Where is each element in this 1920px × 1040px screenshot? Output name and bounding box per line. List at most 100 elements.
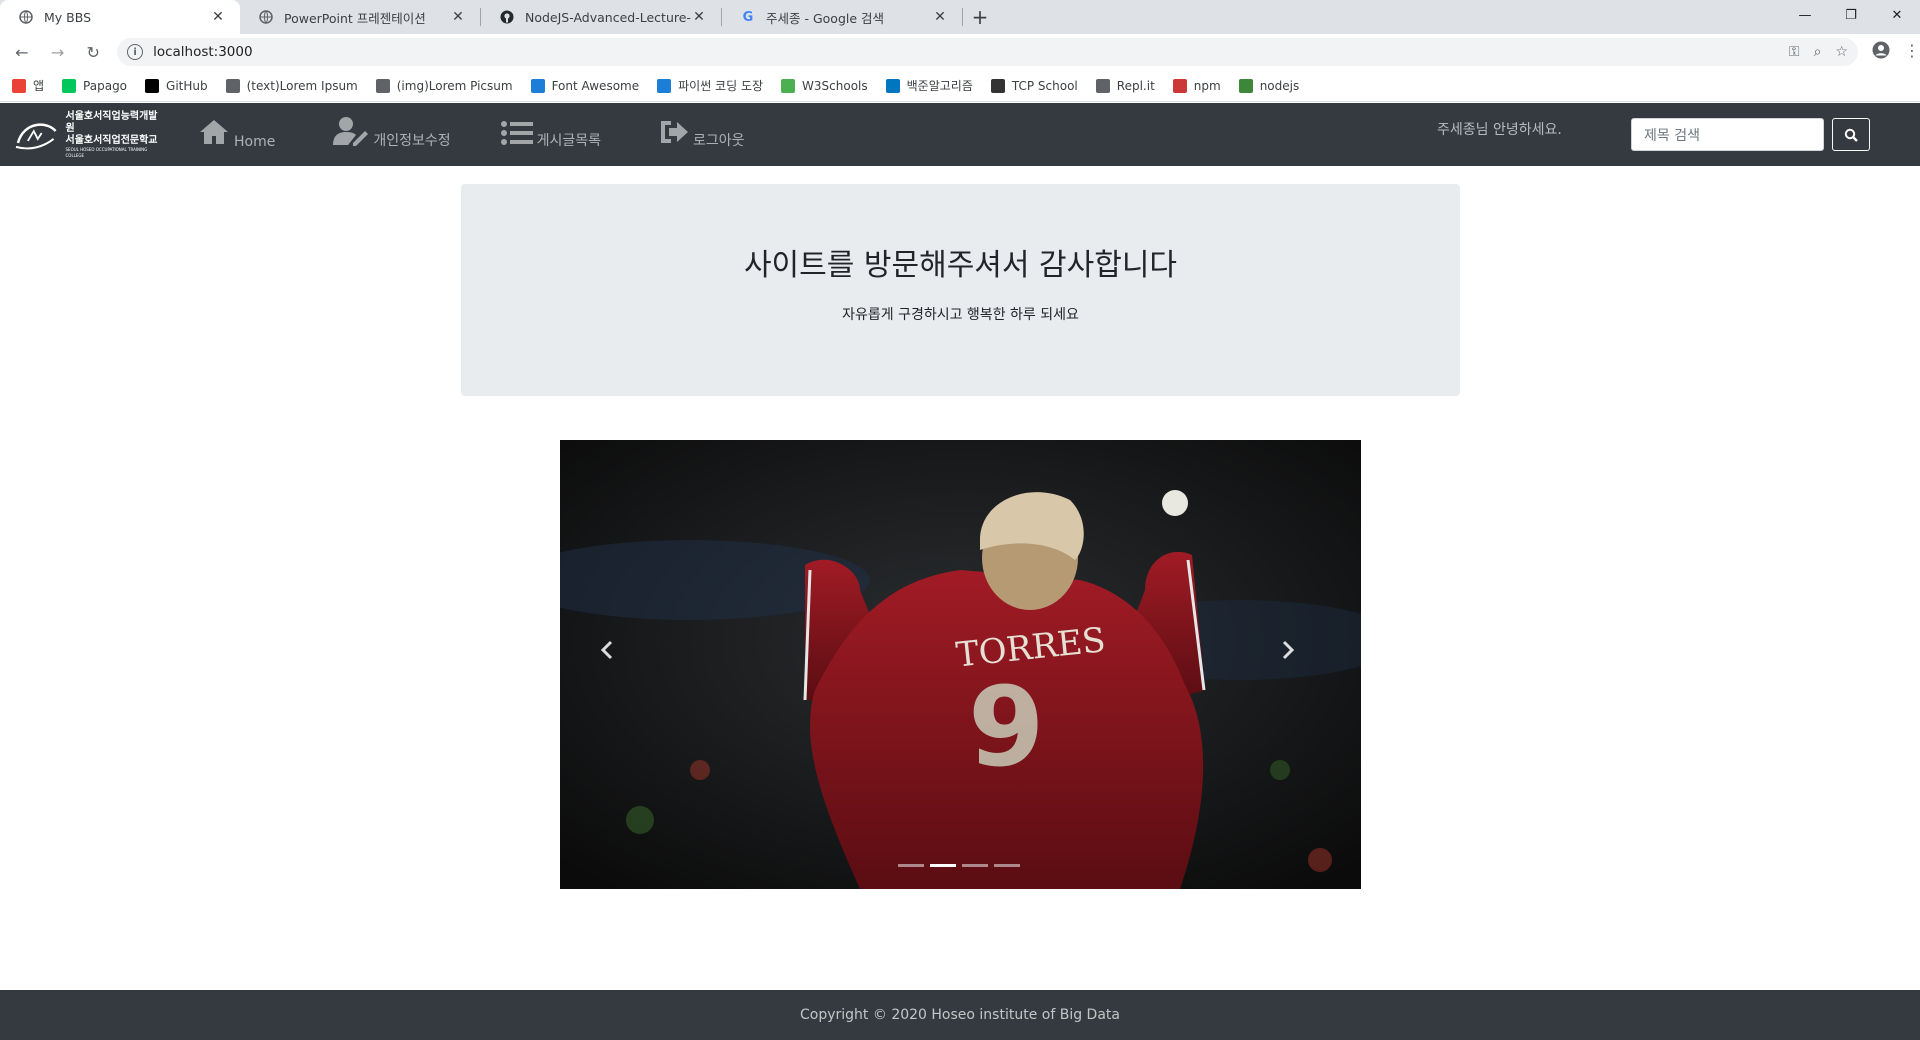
forward-arrow-icon[interactable]: → <box>44 38 72 66</box>
tab-title: My BBS <box>44 9 92 25</box>
tab-title: 주세종 - Google 검색 <box>766 10 885 26</box>
restore-icon[interactable]: ❐ <box>1828 0 1874 30</box>
close-icon[interactable]: ✕ <box>691 9 707 25</box>
bookmark-10[interactable]: Repl.it <box>1095 78 1155 93</box>
github-icon <box>145 78 160 93</box>
copyright-text: Copyright © 2020 Hoseo institute of Big … <box>800 1007 1120 1023</box>
bookmark-label: TCP School <box>1011 78 1078 93</box>
bookmark-label: npm <box>1193 78 1221 93</box>
nav-label: Home <box>234 133 276 150</box>
apps-grid-icon <box>12 78 26 93</box>
home-icon <box>198 118 230 152</box>
nav-home[interactable]: Home <box>198 118 275 152</box>
site-footer: Copyright © 2020 Hoseo institute of Big … <box>0 990 1920 1040</box>
welcome-title: 사이트를 방문해주셔서 감사합니다 <box>743 248 1178 283</box>
window-close-icon[interactable]: ✕ <box>1874 0 1920 30</box>
logo-line-3: SEOUL HOSEO OCCUPATIONAL TRAINING COLLEG… <box>65 146 148 158</box>
dojang-icon <box>657 78 672 93</box>
site-info-icon[interactable]: i <box>127 44 144 60</box>
chevron-right-icon <box>1282 640 1295 660</box>
carousel-prev-button[interactable] <box>600 640 640 688</box>
bookmark-label: GitHub <box>166 78 208 93</box>
bookmark-5[interactable]: Font Awesome <box>530 78 640 93</box>
globe-icon <box>258 9 274 25</box>
close-icon[interactable]: ✕ <box>450 9 466 25</box>
image-carousel[interactable]: TORRES 9 <box>560 440 1361 889</box>
bookmark-label: 파이썬 코딩 도장 <box>678 79 764 93</box>
close-icon[interactable]: ✕ <box>932 9 948 25</box>
globe-icon <box>18 9 34 25</box>
list-icon <box>500 120 533 152</box>
nav-profile-edit[interactable]: 개인정보수정 <box>333 116 451 152</box>
jersey-number-text: 9 <box>968 663 1045 791</box>
carousel-indicator-3[interactable] <box>994 864 1020 867</box>
google-icon: G <box>742 9 754 25</box>
code-icon <box>885 78 900 93</box>
nav-logout[interactable]: 로그아웃 <box>659 118 745 152</box>
carousel-indicators <box>898 864 1020 867</box>
nav-label: 개인정보수정 <box>373 132 451 149</box>
search-icon <box>1844 128 1858 142</box>
bookmark-9[interactable]: TCP School <box>990 78 1078 93</box>
star-icon[interactable]: ☆ <box>1835 44 1848 60</box>
bookmark-6[interactable]: 파이썬 코딩 도장 <box>657 77 763 94</box>
bookmark-1[interactable]: Papago <box>62 78 128 93</box>
carousel-next-button[interactable] <box>1281 640 1321 688</box>
carousel-slide-image: TORRES 9 <box>560 440 1361 889</box>
flag-icon <box>530 78 545 93</box>
carousel-indicator-2[interactable] <box>962 864 988 867</box>
bookmarks-bar: 앱 Papago GitHub (text)Lorem Ipsum (img)Lorem… <box>0 70 1920 102</box>
nav-post-list[interactable]: 게시글목록 <box>500 118 602 152</box>
logo-emblem-icon <box>15 122 57 149</box>
profile-avatar-icon[interactable] <box>1872 41 1890 63</box>
globe-icon <box>225 78 240 93</box>
welcome-subtitle: 자유롭게 구경하시고 행복한 하루 되세요 <box>842 307 1079 323</box>
tcp-icon <box>990 78 1005 93</box>
carousel-indicator-1[interactable] <box>930 864 956 867</box>
bookmark-11[interactable]: npm <box>1172 78 1221 93</box>
bookmark-8[interactable]: 백준알고리즘 <box>885 77 973 94</box>
chevron-left-icon <box>600 640 613 660</box>
address-url[interactable]: localhost:3000 <box>153 44 1789 60</box>
github-icon <box>499 9 515 25</box>
browser-tab-strip: My BBS ✕ PowerPoint 프레젠테이션 ✕ NodeJS-Adva… <box>0 0 1920 34</box>
kebab-menu-icon[interactable]: ⋮ <box>1904 41 1920 63</box>
bookmark-0[interactable]: 앱 <box>12 77 44 94</box>
bookmark-label: (text)Lorem Ipsum <box>246 78 358 93</box>
new-tab-button[interactable]: + <box>963 0 997 34</box>
browser-tab-2[interactable]: NodeJS-Advanced-Lecture-2020 ✕ <box>481 0 721 34</box>
site-navbar: 서울호서직업능력개발원 서울호서직업전문학교 SEOUL HOSEO OCCUP… <box>0 103 1920 166</box>
close-icon[interactable]: ✕ <box>210 9 226 25</box>
title-search-input[interactable]: 제목 검색 <box>1631 118 1824 151</box>
bookmark-2[interactable]: GitHub <box>145 78 208 93</box>
nav-label: 로그아웃 <box>693 132 745 149</box>
user-greeting: 주세종님 안녕하세요. <box>1437 122 1562 138</box>
browser-tab-1[interactable]: PowerPoint 프레젠테이션 ✕ <box>240 0 480 34</box>
bookmark-7[interactable]: W3Schools <box>781 78 868 93</box>
bookmark-4[interactable]: (img)Lorem Picsum <box>375 78 513 93</box>
tab-title: NodeJS-Advanced-Lecture-2020 <box>525 9 691 25</box>
nav-label: 게시글목록 <box>536 132 602 149</box>
bookmark-label: 백준알고리즘 <box>906 79 973 93</box>
college-logo[interactable]: 서울호서직업능력개발원 서울호서직업전문학교 SEOUL HOSEO OCCUP… <box>14 111 166 158</box>
browser-tab-3[interactable]: G 주세종 - Google 검색 ✕ <box>722 0 962 34</box>
reload-icon[interactable]: ↻ <box>79 38 107 66</box>
bookmark-label: nodejs <box>1259 78 1300 93</box>
minimize-icon[interactable]: — <box>1782 0 1828 30</box>
browser-tab-0[interactable]: My BBS ✕ <box>0 0 240 34</box>
nodejs-icon <box>1238 78 1253 93</box>
search-button[interactable] <box>1832 118 1870 151</box>
bookmark-label: Font Awesome <box>551 78 640 93</box>
bookmark-label: Papago <box>83 78 128 93</box>
back-arrow-icon[interactable]: ← <box>8 38 36 66</box>
user-edit-icon <box>333 116 369 152</box>
carousel-indicator-0[interactable] <box>898 864 924 867</box>
sign-out-icon <box>659 118 689 152</box>
key-icon[interactable]: ⚿ <box>1789 44 1800 60</box>
bookmark-3[interactable]: (text)Lorem Ipsum <box>225 78 358 93</box>
zoom-icon[interactable]: ⌕ <box>1814 44 1822 60</box>
logo-line-2: 서울호서직업전문학교 <box>65 134 158 146</box>
bookmark-12[interactable]: nodejs <box>1238 78 1300 93</box>
address-bar[interactable]: i localhost:3000 ⚿ ⌕ ☆ <box>117 38 1858 66</box>
bookmark-label: W3Schools <box>802 78 868 93</box>
